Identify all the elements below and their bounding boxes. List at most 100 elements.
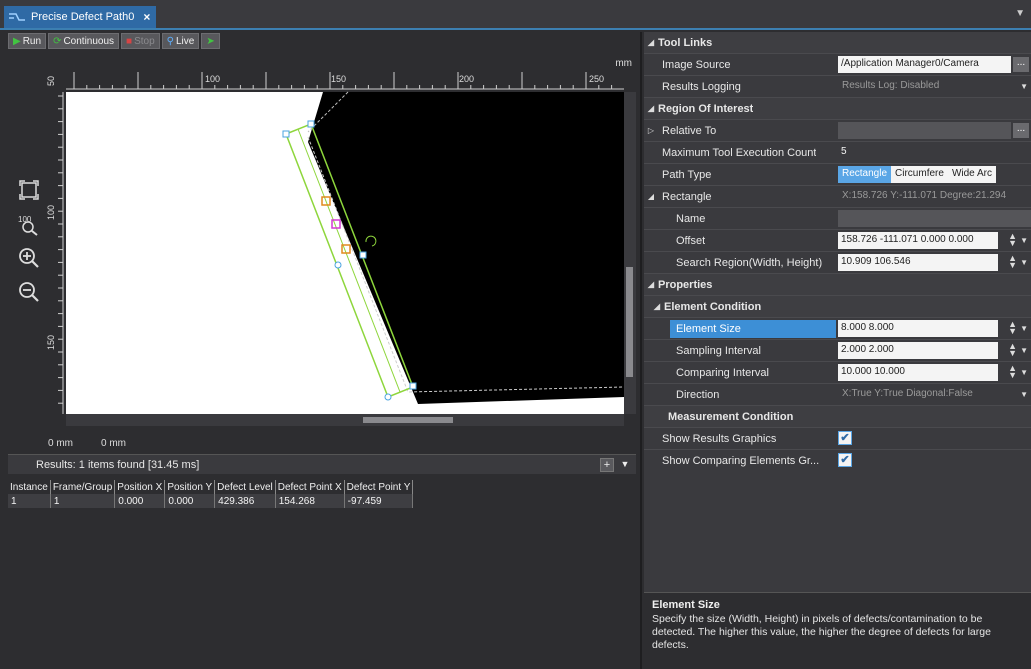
- spinner-icon[interactable]: ▲ ▼: [1008, 232, 1017, 248]
- property-max-exec-count[interactable]: Maximum Tool Execution Count 5: [644, 142, 1031, 164]
- add-icon[interactable]: +: [600, 458, 614, 472]
- document-tab[interactable]: Precise Defect Path0 ×: [4, 6, 157, 28]
- vertical-scroll-thumb[interactable]: [626, 267, 633, 377]
- offset-field[interactable]: 158.726 -111.071 0.000 0.000: [838, 232, 998, 249]
- close-icon[interactable]: ×: [143, 10, 150, 24]
- zoom-out-icon[interactable]: [16, 279, 42, 305]
- image-canvas[interactable]: 100 150 200 250 50 100 150: [8, 52, 636, 436]
- section-region-of-interest[interactable]: ◢ Region Of Interest: [644, 98, 1031, 120]
- results-grid[interactable]: Instance Frame/Group Position X Position YD…: [8, 480, 636, 666]
- property-offset[interactable]: Offset 158.726 -111.071 0.000 0.000 ▲ ▼ ▼: [644, 230, 1031, 252]
- results-table: Instance Frame/Group Position X Position YD…: [8, 480, 414, 508]
- zoom-100-icon[interactable]: 100: [16, 211, 42, 237]
- collapse-icon[interactable]: ◢: [644, 38, 658, 47]
- collapse-icon[interactable]: ◢: [644, 192, 658, 201]
- live-button[interactable]: ⚲ Live: [161, 33, 200, 49]
- unit-label: mm: [615, 58, 632, 69]
- property-results-logging[interactable]: Results Logging Results Log: Disabled ▼: [644, 76, 1031, 98]
- pane-splitter[interactable]: [640, 32, 642, 669]
- collapse-icon[interactable]: ◢: [644, 280, 658, 289]
- property-name[interactable]: Name: [644, 208, 1031, 230]
- chevron-down-icon[interactable]: ▼: [1020, 82, 1028, 91]
- column-header[interactable]: Frame/Group: [50, 480, 116, 494]
- cursor-x: 0 mm: [48, 438, 73, 449]
- property-show-results-graphics[interactable]: Show Results Graphics ✔: [644, 428, 1031, 450]
- chevron-down-icon[interactable]: ▼: [1015, 8, 1025, 19]
- max-exec-count-field[interactable]: 5: [838, 144, 1028, 161]
- section-tool-links[interactable]: ◢ Tool Links: [644, 32, 1031, 54]
- pin-button[interactable]: ➤: [201, 33, 220, 49]
- section-element-condition[interactable]: ◢ Element Condition: [644, 296, 1031, 318]
- spinner-icon[interactable]: ▲ ▼: [1008, 320, 1017, 336]
- column-header[interactable]: Defect Point Y: [344, 480, 414, 494]
- relative-to-field[interactable]: [838, 122, 1011, 139]
- show-results-graphics-checkbox[interactable]: ✔: [838, 431, 852, 445]
- chevron-down-icon[interactable]: ▼: [618, 458, 632, 472]
- roi-handle[interactable]: [307, 120, 315, 128]
- sampling-interval-field[interactable]: 2.000 2.000: [838, 342, 998, 359]
- section-measurement-condition[interactable]: Measurement Condition: [644, 406, 1031, 428]
- comparing-interval-field[interactable]: 10.000 10.000: [838, 364, 998, 381]
- cursor-y: 0 mm: [101, 438, 126, 449]
- property-path-type[interactable]: Path Type Rectangle Circumfere Wide Arc: [644, 164, 1031, 186]
- zoom-in-icon[interactable]: [16, 245, 42, 271]
- chevron-down-icon[interactable]: ▼: [1020, 368, 1028, 377]
- run-button[interactable]: ▶ Run: [8, 33, 47, 49]
- fit-view-icon[interactable]: [16, 177, 42, 203]
- image-viewer[interactable]: 100 150 200 250 50 100 150 mm 100: [8, 52, 636, 436]
- continuous-button[interactable]: ⟳ Continuous: [48, 33, 120, 49]
- table-cell: 0.000: [114, 494, 166, 508]
- column-header[interactable]: Instance: [8, 480, 51, 494]
- table-cell: 154.268: [275, 494, 345, 508]
- image-source-field[interactable]: /Application Manager0/Camera: [838, 56, 1011, 73]
- element-size-field[interactable]: 8.000 8.000: [838, 320, 998, 337]
- property-sampling-interval[interactable]: Sampling Interval 2.000 2.000 ▲ ▼ ▼: [644, 340, 1031, 362]
- direction-select[interactable]: X:True Y:True Diagonal:False: [838, 386, 1018, 403]
- roi-handle[interactable]: [384, 393, 392, 401]
- table-cell: 1: [8, 494, 51, 508]
- column-header[interactable]: Defect Level: [214, 480, 276, 494]
- roi-handle[interactable]: [282, 130, 290, 138]
- roi-handle[interactable]: [359, 251, 367, 259]
- section-properties[interactable]: ◢ Properties: [644, 274, 1031, 296]
- property-label: Show Results Graphics: [662, 432, 777, 445]
- property-image-source[interactable]: Image Source /Application Manager0/Camer…: [644, 54, 1031, 76]
- chevron-down-icon[interactable]: ▼: [1020, 390, 1028, 399]
- name-field[interactable]: [838, 210, 1031, 227]
- collapse-icon[interactable]: ◢: [644, 104, 658, 113]
- results-logging-select[interactable]: Results Log: Disabled: [838, 78, 1028, 95]
- property-direction[interactable]: Direction X:True Y:True Diagonal:False ▼: [644, 384, 1031, 406]
- stop-button[interactable]: ■ Stop: [121, 33, 160, 49]
- horizontal-scroll-thumb[interactable]: [363, 417, 453, 423]
- spinner-icon[interactable]: ▲ ▼: [1008, 364, 1017, 380]
- column-header[interactable]: Position Y: [164, 480, 216, 494]
- path-type-wide-arc[interactable]: Wide Arc: [948, 166, 996, 183]
- browse-button[interactable]: ...: [1013, 123, 1029, 138]
- property-element-size[interactable]: Element Size 8.000 8.000 ▲ ▼ ▼: [644, 318, 1031, 340]
- expand-icon[interactable]: ▷: [644, 126, 658, 135]
- spinner-icon[interactable]: ▲ ▼: [1008, 254, 1017, 270]
- column-header[interactable]: Position X: [114, 480, 166, 494]
- property-rectangle[interactable]: ◢ Rectangle X:158.726 Y:-111.071 Degree:…: [644, 186, 1031, 208]
- property-comparing-interval[interactable]: Comparing Interval 10.000 10.000 ▲ ▼ ▼: [644, 362, 1031, 384]
- table-row[interactable]: 1 1 0.000 0.000 429.386 154.268 -97.459: [8, 494, 414, 508]
- property-search-region[interactable]: Search Region(Width, Height) 10.909 106.…: [644, 252, 1031, 274]
- path-type-selector[interactable]: Rectangle Circumfere Wide Arc: [838, 166, 996, 183]
- chevron-down-icon[interactable]: ▼: [1020, 324, 1028, 333]
- collapse-icon[interactable]: ◢: [650, 302, 664, 311]
- path-type-rectangle[interactable]: Rectangle: [838, 166, 892, 183]
- property-show-comparing-elements[interactable]: Show Comparing Elements Gr... ✔: [644, 450, 1031, 472]
- show-comparing-elements-checkbox[interactable]: ✔: [838, 453, 852, 467]
- chevron-down-icon[interactable]: ▼: [1020, 258, 1028, 267]
- path-type-circumference[interactable]: Circumfere: [891, 166, 948, 183]
- horizontal-scrollbar[interactable]: [66, 414, 624, 426]
- property-relative-to[interactable]: ▷ Relative To ...: [644, 120, 1031, 142]
- search-region-field[interactable]: 10.909 106.546: [838, 254, 998, 271]
- roi-handle[interactable]: [334, 261, 342, 269]
- chevron-down-icon[interactable]: ▼: [1020, 346, 1028, 355]
- column-header[interactable]: Defect Point X: [275, 480, 345, 494]
- spinner-icon[interactable]: ▲ ▼: [1008, 342, 1017, 358]
- browse-button[interactable]: ...: [1013, 57, 1029, 72]
- chevron-down-icon[interactable]: ▼: [1020, 236, 1028, 245]
- roi-handle[interactable]: [409, 382, 417, 390]
